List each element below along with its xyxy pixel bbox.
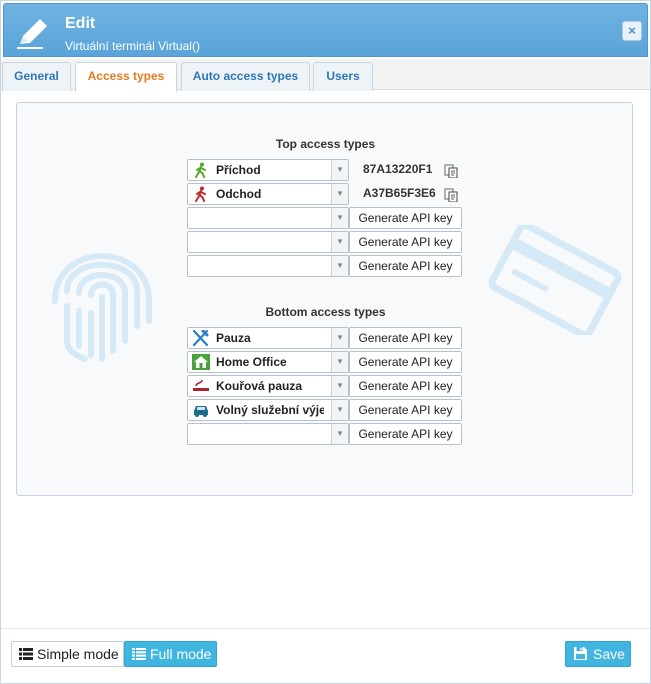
- dialog-header: Edit Virtuální terminál Virtual(): [3, 3, 648, 57]
- top-access-select-1-label: Příchod: [216, 163, 261, 177]
- dialog-title: Edit: [65, 15, 96, 32]
- top-access-select-1[interactable]: Příchod ▼: [187, 159, 349, 181]
- api-key-code-2: A37B65F3E6: [363, 186, 436, 200]
- list-icon: [19, 648, 33, 660]
- dialog-subtitle: Virtuální terminál Virtual(): [65, 39, 200, 53]
- chevron-down-icon: ▼: [331, 424, 348, 444]
- car-icon: [194, 406, 208, 417]
- bottom-access-select-2-label: Home Office: [216, 355, 287, 369]
- tab-auto-access-types[interactable]: Auto access types: [181, 62, 310, 91]
- top-access-select-5[interactable]: ▼: [187, 255, 349, 277]
- generate-api-key-button[interactable]: Generate API key: [349, 351, 462, 373]
- save-label: Save: [593, 646, 625, 662]
- chevron-down-icon: ▼: [331, 352, 348, 372]
- chevron-down-icon: ▼: [331, 184, 348, 204]
- cigarette-icon: [193, 379, 209, 391]
- copy-icon[interactable]: [444, 164, 458, 178]
- chevron-down-icon: ▼: [331, 208, 348, 228]
- copy-icon[interactable]: [444, 188, 458, 202]
- bottom-access-select-1[interactable]: Pauza ▼: [187, 327, 349, 349]
- chevron-down-icon: ▼: [331, 232, 348, 252]
- tab-access-types[interactable]: Access types: [75, 62, 177, 92]
- bottom-access-select-1-label: Pauza: [216, 331, 251, 345]
- top-access-select-2[interactable]: Odchod ▼: [187, 183, 349, 205]
- bottom-access-select-4-label: Volný služební výjezd: [216, 403, 324, 417]
- full-mode-button[interactable]: Full mode: [124, 641, 217, 667]
- walking-person-green-icon: [195, 162, 206, 178]
- chevron-down-icon: ▼: [331, 328, 348, 348]
- access-types-panel: Top access types Příchod ▼ 87A13220F1 Od…: [16, 102, 633, 496]
- close-icon: ×: [628, 23, 636, 38]
- generate-api-key-button[interactable]: Generate API key: [349, 327, 462, 349]
- tab-general[interactable]: General: [2, 62, 71, 91]
- simple-mode-label: Simple mode: [37, 646, 119, 662]
- bottom-access-select-3-label: Kouřová pauza: [216, 379, 303, 393]
- simple-mode-button[interactable]: Simple mode: [11, 641, 124, 667]
- top-access-select-3[interactable]: ▼: [187, 207, 349, 229]
- generate-api-key-button[interactable]: Generate API key: [349, 423, 462, 445]
- save-button[interactable]: Save: [565, 641, 631, 667]
- generate-api-key-button[interactable]: Generate API key: [349, 255, 462, 277]
- top-access-types-title: Top access types: [275, 137, 376, 151]
- generate-api-key-button[interactable]: Generate API key: [349, 207, 462, 229]
- pencil-icon: [17, 19, 47, 49]
- edit-dialog: Edit Virtuální terminál Virtual() × Gene…: [0, 0, 651, 684]
- floppy-disk-icon: [574, 647, 587, 660]
- bottom-access-select-3[interactable]: Kouřová pauza ▼: [187, 375, 349, 397]
- tab-users[interactable]: Users: [313, 62, 373, 91]
- chevron-down-icon: ▼: [331, 256, 348, 276]
- tab-bar: General Access types Auto access types U…: [1, 59, 650, 92]
- top-access-select-4[interactable]: ▼: [187, 231, 349, 253]
- api-key-code-1: 87A13220F1: [363, 162, 433, 176]
- top-access-select-2-label: Odchod: [216, 187, 262, 201]
- bottom-access-types-title: Bottom access types: [265, 305, 386, 319]
- bottom-access-select-2[interactable]: Home Office ▼: [187, 351, 349, 373]
- chevron-down-icon: ▼: [331, 376, 348, 396]
- bottom-access-select-4[interactable]: Volný služební výjezd ▼: [187, 399, 349, 421]
- house-icon: [192, 354, 210, 370]
- fork-knife-icon: [192, 330, 209, 346]
- full-mode-label: Full mode: [150, 646, 212, 662]
- footer-divider: [1, 628, 650, 629]
- list-icon: [132, 648, 146, 660]
- generate-api-key-button[interactable]: Generate API key: [349, 399, 462, 421]
- chevron-down-icon: ▼: [331, 160, 348, 180]
- fingerprint-icon: [52, 253, 152, 362]
- bottom-access-select-5[interactable]: ▼: [187, 423, 349, 445]
- generate-api-key-button[interactable]: Generate API key: [349, 231, 462, 253]
- close-button[interactable]: ×: [622, 21, 642, 41]
- walking-person-red-icon: [195, 186, 206, 202]
- generate-api-key-button[interactable]: Generate API key: [349, 375, 462, 397]
- chevron-down-icon: ▼: [331, 400, 348, 420]
